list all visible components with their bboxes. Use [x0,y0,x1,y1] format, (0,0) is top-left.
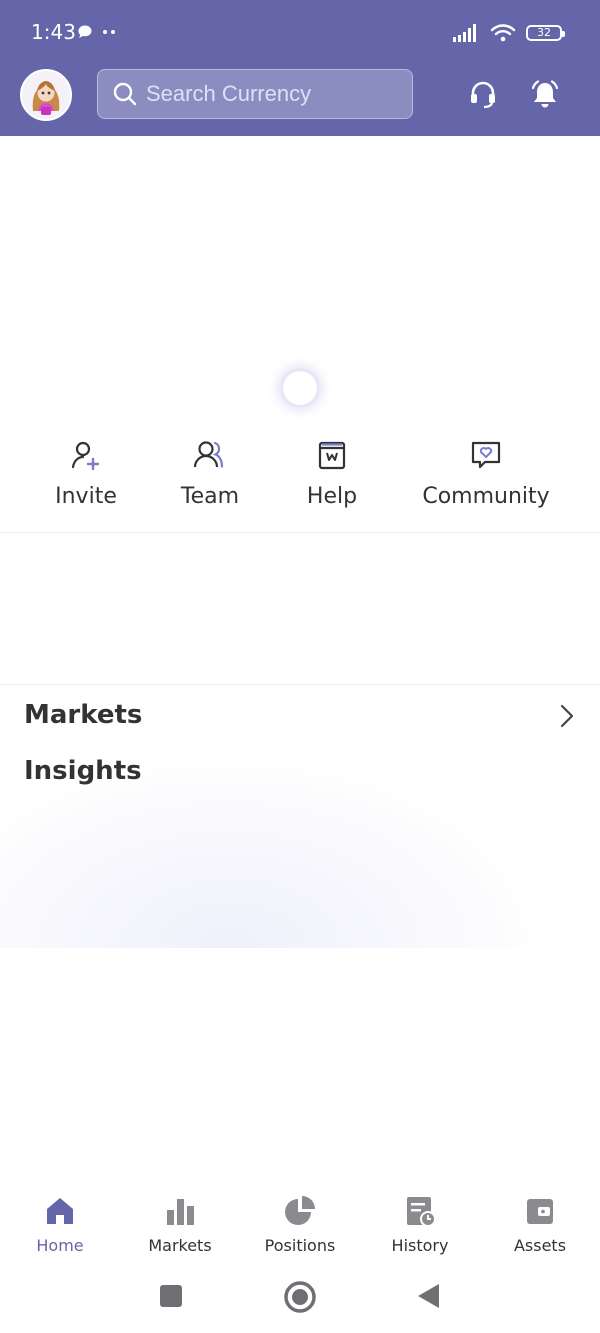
community-label: Community [422,484,550,509]
recents-square-icon[interactable] [159,1284,183,1308]
wallet-icon [527,1199,553,1224]
insights-card [0,760,600,948]
home-circle-icon[interactable] [283,1280,317,1314]
invite-button[interactable]: Invite [46,438,126,509]
headset-icon [471,81,495,109]
more-dots-icon [103,30,115,34]
notifications-button[interactable] [525,74,565,114]
search-icon [113,82,137,106]
nav-positions[interactable]: Positions [240,1194,360,1255]
divider [0,532,600,533]
nav-assets-label: Assets [513,1236,567,1255]
team-icon [193,441,224,468]
chat-bubble-icon [78,25,92,38]
markets-bar-icon [167,1199,194,1225]
nav-history-label: History [391,1236,449,1255]
nav-positions-label: Positions [264,1236,336,1255]
insights-title: Insights [24,756,142,786]
add-user-icon [71,441,100,471]
help-book-icon [318,441,346,470]
team-button[interactable]: Team [170,438,250,509]
home-icon [47,1198,73,1224]
support-button[interactable] [463,74,503,114]
community-chat-icon [471,441,501,469]
status-left-icons [77,20,117,44]
community-button[interactable]: Community [416,438,556,509]
status-right-icons: 32 [452,19,565,47]
nav-assets[interactable]: Assets [480,1194,600,1255]
avatar-illustration-icon [22,71,70,119]
nav-history[interactable]: History [360,1194,480,1255]
system-navigation-bar [0,1266,600,1326]
nav-markets[interactable]: Markets [120,1194,240,1255]
nav-markets-label: Markets [148,1236,212,1255]
status-time: 1:43 [31,20,76,44]
wifi-icon [490,24,516,42]
divider [0,684,600,685]
bottom-navigation: Home Markets Positions History Assets [0,1186,600,1266]
team-label: Team [180,484,240,509]
signal-icon [453,24,476,42]
battery-icon: 32 [526,25,565,41]
search-input[interactable] [144,80,398,108]
nav-home-label: Home [36,1236,84,1255]
nav-home[interactable]: Home [0,1194,120,1255]
invite-label: Invite [55,484,117,509]
bell-icon [531,80,559,108]
positions-pie-icon [285,1196,315,1225]
loading-spinner [283,371,317,405]
chevron-right-icon[interactable] [556,703,578,729]
quick-actions: Invite Team Help Community [0,438,600,532]
avatar[interactable] [20,69,72,121]
history-icon [407,1197,436,1227]
help-label: Help [306,484,358,509]
back-triangle-icon[interactable] [416,1282,442,1310]
help-button[interactable]: Help [292,438,372,509]
markets-title[interactable]: Markets [24,700,142,730]
search-bar[interactable] [97,69,413,119]
